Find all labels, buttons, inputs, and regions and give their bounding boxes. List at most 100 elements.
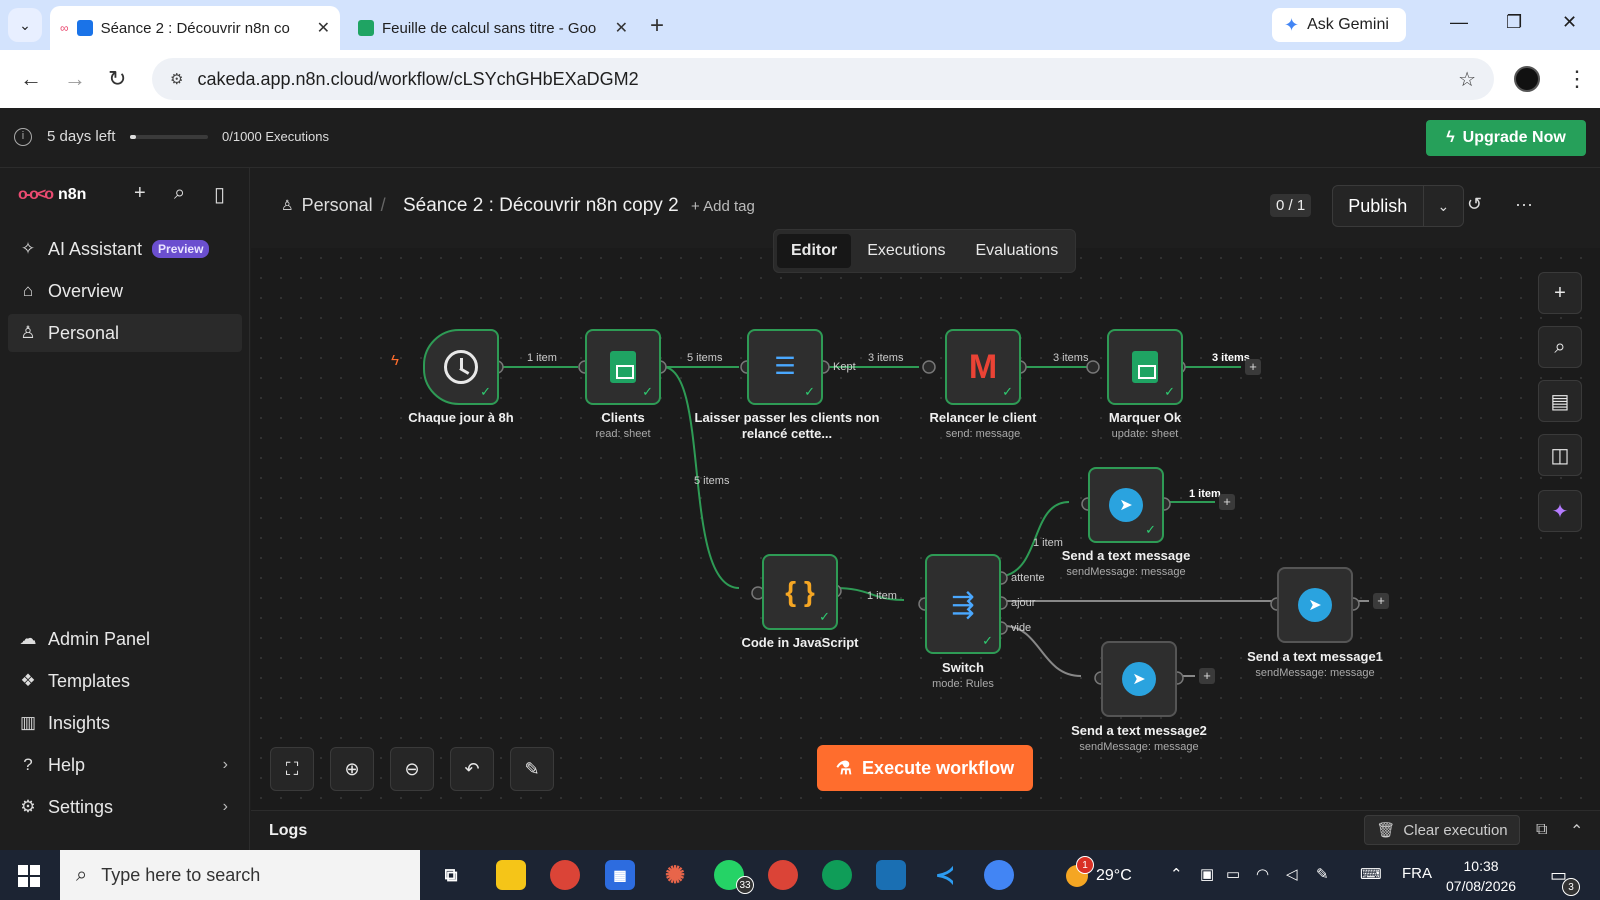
node-marquer-ok[interactable]: ✓ <box>1107 329 1183 405</box>
chevron-right-icon: › <box>222 798 228 815</box>
node-label: Relancer le client <box>929 410 1037 425</box>
publish-button[interactable]: Publish <box>1333 186 1424 226</box>
chrome-active-icon[interactable] <box>984 860 1014 890</box>
browser-menu-icon[interactable]: ⋮ <box>1566 66 1588 92</box>
ai-sparkle-icon[interactable]: ✦ <box>1538 490 1582 532</box>
pop-out-icon[interactable]: ⧉ <box>1536 821 1547 839</box>
keyboard-icon[interactable]: ⌨ <box>1360 865 1382 883</box>
chrome-profile-icon[interactable] <box>822 860 852 890</box>
add-tag-button[interactable]: + Add tag <box>691 198 755 215</box>
clear-execution-label: Clear execution <box>1403 821 1508 839</box>
sidebar-item-personal[interactable]: ♙ Personal <box>8 314 242 352</box>
node-send-text-message1[interactable]: ➤ <box>1277 567 1353 643</box>
tab-evaluations[interactable]: Evaluations <box>961 234 1072 268</box>
node-clients[interactable]: ✓ <box>585 329 661 405</box>
breadcrumb[interactable]: ♙ Personal / <box>281 195 386 216</box>
tab-executions[interactable]: Executions <box>853 234 959 268</box>
sidebar-item-label: Settings <box>48 796 114 817</box>
clear-execution-button[interactable]: 🗑 Clear execution <box>1364 815 1520 845</box>
language-indicator[interactable]: FRA <box>1402 865 1432 882</box>
sidebar-item-templates[interactable]: ❖ Templates <box>8 662 242 700</box>
node-code[interactable]: { } ✓ <box>762 554 838 630</box>
logs-title[interactable]: Logs <box>269 822 307 840</box>
forward-icon[interactable]: → <box>64 66 86 92</box>
add-node-button[interactable]: + <box>1199 668 1215 684</box>
workflow-canvas[interactable]: ϟ ✓ Chaque jour à 8h ✓ Clients read: she… <box>251 248 1600 810</box>
collapse-sidebar-icon[interactable]: ▯ <box>214 182 225 207</box>
qr-app-icon[interactable]: ▦ <box>605 860 635 890</box>
sidebar-item-ai-assistant[interactable]: ✧ AI Assistant Preview <box>8 230 242 268</box>
browser-tab-sheets[interactable]: Feuille de calcul sans titre - Goo ✕ <box>348 6 638 50</box>
browser-tab-n8n[interactable]: ∞ Séance 2 : Découvrir n8n co ✕ <box>50 6 340 50</box>
node-switch[interactable]: ⇶ ✓ <box>925 554 1001 654</box>
execute-workflow-button[interactable]: ⚗ Execute workflow <box>817 745 1033 791</box>
history-icon[interactable]: ↺ <box>1467 194 1482 215</box>
node-send-text-message[interactable]: ➤ ✓ <box>1088 467 1164 543</box>
trash-icon: 🗑 <box>1376 822 1396 839</box>
node-gmail[interactable]: M ✓ <box>945 329 1021 405</box>
site-info-icon[interactable]: ⚙ <box>170 70 183 88</box>
undo-icon[interactable]: ↶ <box>450 747 494 791</box>
chrome-profile-icon[interactable] <box>768 860 798 890</box>
tab-editor[interactable]: Editor <box>777 234 852 268</box>
side-panel-icon[interactable]: ◫ <box>1538 434 1582 476</box>
search-nodes-icon[interactable]: ⌕ <box>1538 326 1582 368</box>
close-window-icon[interactable]: ✕ <box>1562 12 1577 33</box>
sidebar-item-overview[interactable]: ⌂ Overview <box>8 272 242 310</box>
zoom-in-icon[interactable]: ⊕ <box>330 747 374 791</box>
add-node-plus-icon[interactable]: + <box>1538 272 1582 314</box>
wifi-icon[interactable]: ◠ <box>1256 865 1269 883</box>
claude-icon[interactable]: ✺ <box>660 860 690 890</box>
create-plus-icon[interactable]: + <box>134 182 146 205</box>
node-schedule-trigger[interactable]: ✓ <box>423 329 499 405</box>
file-explorer-icon[interactable] <box>496 860 526 890</box>
profile-avatar[interactable] <box>1514 66 1540 92</box>
n8n-logo[interactable]: o-o<o n8n <box>18 186 86 204</box>
close-tab-icon[interactable]: ✕ <box>615 18 628 38</box>
zoom-out-icon[interactable]: ⊖ <box>390 747 434 791</box>
taskbar-search[interactable]: ⌕ Type here to search <box>60 850 420 900</box>
vscode-icon[interactable]: ≺ <box>930 860 960 890</box>
sidebar-item-admin-panel[interactable]: ☁ Admin Panel <box>8 620 242 658</box>
edge-label: 3 items <box>1053 352 1089 364</box>
battery-icon[interactable]: ▭ <box>1226 865 1240 883</box>
sidebar-item-insights[interactable]: ▥ Insights <box>8 704 242 742</box>
restore-icon[interactable]: ❐ <box>1506 12 1522 33</box>
taskbar-clock[interactable]: 10:38 07/08/2026 <box>1446 856 1516 896</box>
chrome-icon[interactable] <box>550 860 580 890</box>
more-options-icon[interactable]: ··· <box>1515 194 1533 215</box>
volume-icon[interactable]: ◁ <box>1286 865 1298 883</box>
chevron-down-icon[interactable]: ⌄ <box>1424 198 1463 215</box>
tab-search-button[interactable]: ⌄ <box>8 8 42 42</box>
add-node-button[interactable]: + <box>1219 494 1235 510</box>
trial-banner: i 5 days left 0/1000 Executions ϟ Upgrad… <box>0 108 1600 168</box>
windows-start-icon[interactable] <box>18 865 40 887</box>
chevron-up-icon[interactable]: ⌃ <box>1570 821 1583 841</box>
sticky-note-icon[interactable]: ▤ <box>1538 380 1582 422</box>
add-node-button[interactable]: + <box>1245 359 1261 375</box>
bookmark-star-icon[interactable]: ☆ <box>1458 67 1476 92</box>
url-field[interactable]: ⚙ cakeda.app.n8n.cloud/workflow/cLSYchGH… <box>152 58 1494 100</box>
search-icon[interactable]: ⌕ <box>174 182 185 205</box>
tray-device-icon[interactable]: ▣ <box>1200 865 1214 883</box>
back-icon[interactable]: ← <box>20 66 42 92</box>
tidy-up-icon[interactable]: ✎ <box>510 747 554 791</box>
new-tab-button[interactable]: + <box>650 12 664 40</box>
ask-gemini-button[interactable]: ✦ Ask Gemini <box>1272 8 1406 42</box>
task-view-icon[interactable]: ⧉ <box>436 860 466 890</box>
upgrade-now-button[interactable]: ϟ Upgrade Now <box>1426 120 1586 156</box>
minimize-icon[interactable]: — <box>1450 12 1468 33</box>
workflow-name[interactable]: Séance 2 : Découvrir n8n copy 2 <box>403 195 679 217</box>
sidebar-item-settings[interactable]: ⚙ Settings › <box>8 788 242 826</box>
add-node-button[interactable]: + <box>1373 593 1389 609</box>
node-filter[interactable]: ☰ ✓ <box>747 329 823 405</box>
node-send-text-message2[interactable]: ➤ <box>1101 641 1177 717</box>
pen-icon[interactable]: ✎ <box>1316 865 1329 883</box>
app-icon[interactable] <box>876 860 906 890</box>
reload-icon[interactable]: ↻ <box>108 66 126 92</box>
fit-view-icon[interactable]: ⛶ <box>270 747 314 791</box>
close-tab-icon[interactable]: ✕ <box>317 18 330 38</box>
sidebar-item-help[interactable]: ? Help › <box>8 746 242 784</box>
tray-chevron-icon[interactable]: ⌃ <box>1170 865 1183 883</box>
info-icon: i <box>14 128 32 146</box>
